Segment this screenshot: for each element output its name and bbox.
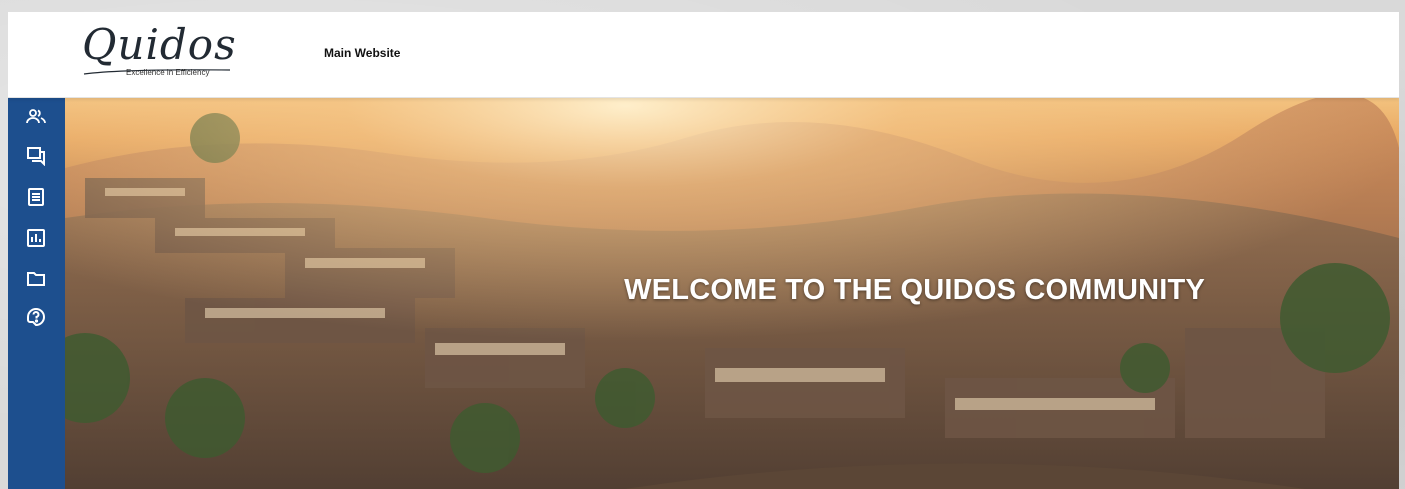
help-icon[interactable] [25,306,47,328]
reports-icon[interactable] [25,227,47,249]
quidos-logo[interactable]: Quidos Excellence in Efficiency [82,20,252,82]
app-frame: Quidos Excellence in Efficiency Main Web… [8,12,1399,489]
main-website-link[interactable]: Main Website [324,46,400,60]
discussions-icon[interactable] [25,145,47,167]
logo-wordmark: Quidos [82,20,237,69]
sidebar [8,98,65,489]
community-icon[interactable] [25,106,47,128]
articles-icon[interactable] [25,186,47,208]
hero-banner: WELCOME TO THE QUIDOS COMMUNITY [65,98,1399,489]
folder-icon[interactable] [25,268,47,290]
hero-title: WELCOME TO THE QUIDOS COMMUNITY [624,274,1205,306]
logo-tagline: Excellence in Efficiency [126,68,210,77]
top-header: Quidos Excellence in Efficiency Main Web… [8,12,1399,98]
